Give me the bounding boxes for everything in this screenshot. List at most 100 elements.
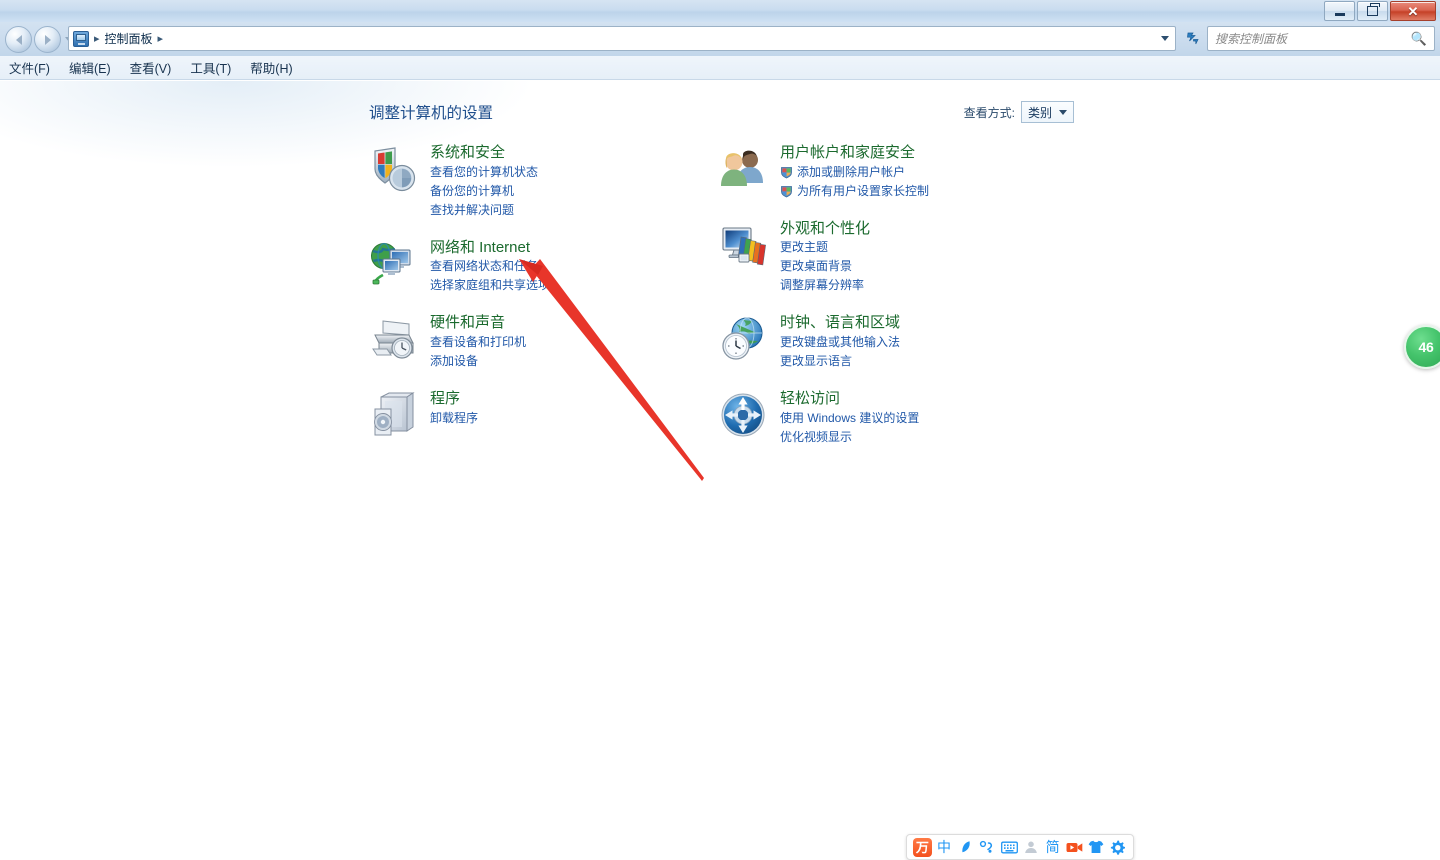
refresh-button[interactable] bbox=[1182, 28, 1202, 48]
category-link-label: 查看您的计算机状态 bbox=[430, 164, 539, 179]
maximize-icon bbox=[1367, 3, 1380, 16]
simplified-mode-icon[interactable]: 简 bbox=[1042, 837, 1063, 857]
uac-shield-icon bbox=[780, 185, 793, 198]
category-link[interactable]: 添加设备 bbox=[430, 352, 526, 371]
simplified-mode-glyph: 简 bbox=[1045, 839, 1060, 855]
breadcrumb-separator-2-icon[interactable]: ▸ bbox=[158, 32, 164, 45]
search-box[interactable]: 搜索控制面板 🔍 bbox=[1207, 26, 1435, 51]
menu-edit[interactable]: 编辑(E) bbox=[69, 58, 111, 77]
category-link-label: 添加设备 bbox=[430, 353, 479, 368]
screen-recorder-icon[interactable] bbox=[1064, 837, 1085, 857]
minimize-button[interactable] bbox=[1324, 1, 1355, 21]
breadcrumb-separator-icon[interactable]: ▸ bbox=[94, 32, 100, 45]
category-title[interactable]: 硬件和声音 bbox=[430, 314, 505, 333]
category-programs: 程序 卸载程序 bbox=[369, 389, 719, 439]
category-hardware-and-sound: 硬件和声音 查看设备和打印机 添加设备 bbox=[369, 313, 719, 371]
category-link[interactable]: 查找并解决问题 bbox=[430, 201, 538, 220]
soft-keyboard-icon[interactable] bbox=[999, 837, 1020, 857]
ease-of-access-icon bbox=[719, 391, 767, 439]
float-badge-widget[interactable]: 46 bbox=[1404, 325, 1440, 369]
category-link[interactable]: 更改主题 bbox=[780, 238, 870, 257]
category-system-and-security: 系统和安全 查看您的计算机状态 备份您的计算机 查找并解决问题 bbox=[369, 143, 719, 220]
punctuation-glyph bbox=[980, 840, 993, 853]
category-link[interactable]: 选择家庭组和共享选项 bbox=[430, 276, 550, 295]
category-link-label: 选择家庭组和共享选项 bbox=[430, 278, 551, 293]
chevron-down-icon bbox=[1059, 109, 1067, 115]
page-title: 调整计算机的设置 bbox=[369, 105, 494, 122]
category-link[interactable]: 为所有用户设置家长控制 bbox=[780, 182, 929, 201]
sogou-logo-glyph: 万 bbox=[912, 837, 932, 857]
menu-help[interactable]: 帮助(H) bbox=[250, 58, 292, 77]
maximize-button[interactable] bbox=[1357, 1, 1388, 21]
recorder-glyph bbox=[1066, 842, 1083, 852]
category-title[interactable]: 系统和安全 bbox=[430, 144, 505, 163]
ime-toolbar: 万 中 简 bbox=[906, 834, 1134, 860]
punctuation-mode-icon[interactable] bbox=[977, 837, 998, 857]
title-bar: ✕ bbox=[0, 0, 1440, 23]
menu-bar: 文件(F) 编辑(E) 查看(V) 工具(T) 帮助(H) bbox=[0, 56, 1440, 80]
category-link-label: 添加或删除用户帐户 bbox=[797, 164, 906, 179]
category-title[interactable]: 时钟、语言和区域 bbox=[780, 314, 900, 333]
settings-gear-icon[interactable] bbox=[1107, 837, 1128, 857]
view-by-label: 查看方式: bbox=[963, 105, 1015, 120]
view-by-select[interactable]: 类别 bbox=[1020, 101, 1074, 123]
category-appearance-and-personalization: 外观和个性化 更改主题 更改桌面背景 调整屏幕分辨率 bbox=[719, 219, 1069, 296]
address-bar[interactable]: ▸ 控制面板 ▸ bbox=[68, 26, 1176, 51]
category-link[interactable]: 更改显示语言 bbox=[780, 352, 900, 371]
menu-view[interactable]: 查看(V) bbox=[130, 58, 172, 77]
category-link[interactable]: 更改键盘或其他输入法 bbox=[780, 333, 900, 352]
search-input[interactable]: 搜索控制面板 bbox=[1215, 30, 1411, 47]
category-link[interactable]: 更改桌面背景 bbox=[780, 257, 870, 276]
user-account-icon[interactable] bbox=[1021, 837, 1042, 857]
category-link[interactable]: 添加或删除用户帐户 bbox=[780, 163, 929, 182]
minimize-icon bbox=[1334, 12, 1345, 16]
category-title[interactable]: 程序 bbox=[430, 390, 460, 409]
appearance-monitor-icon bbox=[719, 221, 767, 269]
category-link-label: 更改主题 bbox=[780, 240, 829, 255]
category-link-label: 更改键盘或其他输入法 bbox=[780, 335, 901, 350]
navigation-buttons bbox=[5, 26, 73, 53]
category-link-label: 调整屏幕分辨率 bbox=[780, 278, 865, 293]
refresh-icon bbox=[1186, 32, 1199, 44]
category-title[interactable]: 网络和 Internet bbox=[430, 239, 530, 258]
chinese-mode-icon[interactable]: 中 bbox=[934, 837, 955, 857]
view-by-value: 类别 bbox=[1027, 105, 1052, 120]
user-accounts-icon bbox=[719, 145, 767, 193]
forward-button[interactable] bbox=[34, 26, 61, 53]
category-link[interactable]: 备份您的计算机 bbox=[430, 182, 538, 201]
category-link[interactable]: 优化视频显示 bbox=[780, 428, 919, 447]
category-title[interactable]: 用户帐户和家庭安全 bbox=[780, 144, 915, 163]
breadcrumb-control-panel[interactable]: 控制面板 bbox=[105, 30, 153, 47]
address-dropdown-icon[interactable] bbox=[1161, 36, 1169, 41]
control-panel-window: ✕ ▸ 控制面板 ▸ 搜索控制面板 🔍 文件(F) 编辑(E) 查看(V) 工具… bbox=[0, 0, 1440, 860]
category-network-and-internet: 网络和 Internet 查看网络状态和任务 选择家庭组和共享选项 bbox=[369, 238, 719, 296]
category-title[interactable]: 外观和个性化 bbox=[780, 220, 870, 239]
user-glyph bbox=[1025, 841, 1037, 853]
skin-theme-icon[interactable] bbox=[1086, 837, 1107, 857]
category-column-right: 用户帐户和家庭安全 添加或删除用户帐户 为所有用户设置家长控制 外观和个性化 更… bbox=[719, 143, 1069, 465]
tshirt-glyph bbox=[1088, 840, 1104, 853]
category-title[interactable]: 轻松访问 bbox=[780, 390, 840, 409]
category-link-label: 查找并解决问题 bbox=[430, 202, 515, 217]
content-area: 调整计算机的设置 查看方式: 类别 系统和安全 查看您的计算机状态 备份您的计算… bbox=[0, 81, 1440, 860]
category-link-label: 更改显示语言 bbox=[780, 353, 853, 368]
category-link[interactable]: 调整屏幕分辨率 bbox=[780, 276, 870, 295]
category-link-label: 使用 Windows 建议的设置 bbox=[780, 410, 920, 425]
gear-glyph bbox=[1111, 840, 1126, 855]
back-button[interactable] bbox=[5, 26, 32, 53]
programs-box-icon bbox=[369, 391, 417, 439]
chevron-right-icon bbox=[44, 34, 51, 45]
close-button[interactable]: ✕ bbox=[1390, 1, 1436, 21]
category-link[interactable]: 查看网络状态和任务 bbox=[430, 257, 550, 276]
menu-tools[interactable]: 工具(T) bbox=[190, 58, 231, 77]
chinese-mode-glyph: 中 bbox=[937, 839, 952, 855]
category-link-label: 为所有用户设置家长控制 bbox=[797, 183, 930, 198]
category-link[interactable]: 查看设备和打印机 bbox=[430, 333, 526, 352]
menu-file[interactable]: 文件(F) bbox=[9, 58, 50, 77]
moon-mode-icon[interactable] bbox=[955, 837, 976, 857]
sogou-logo-icon[interactable]: 万 bbox=[912, 837, 933, 857]
category-link[interactable]: 查看您的计算机状态 bbox=[430, 163, 538, 182]
category-link[interactable]: 卸载程序 bbox=[430, 409, 478, 428]
category-link-label: 查看网络状态和任务 bbox=[430, 259, 539, 274]
category-link[interactable]: 使用 Windows 建议的设置 bbox=[780, 409, 919, 428]
